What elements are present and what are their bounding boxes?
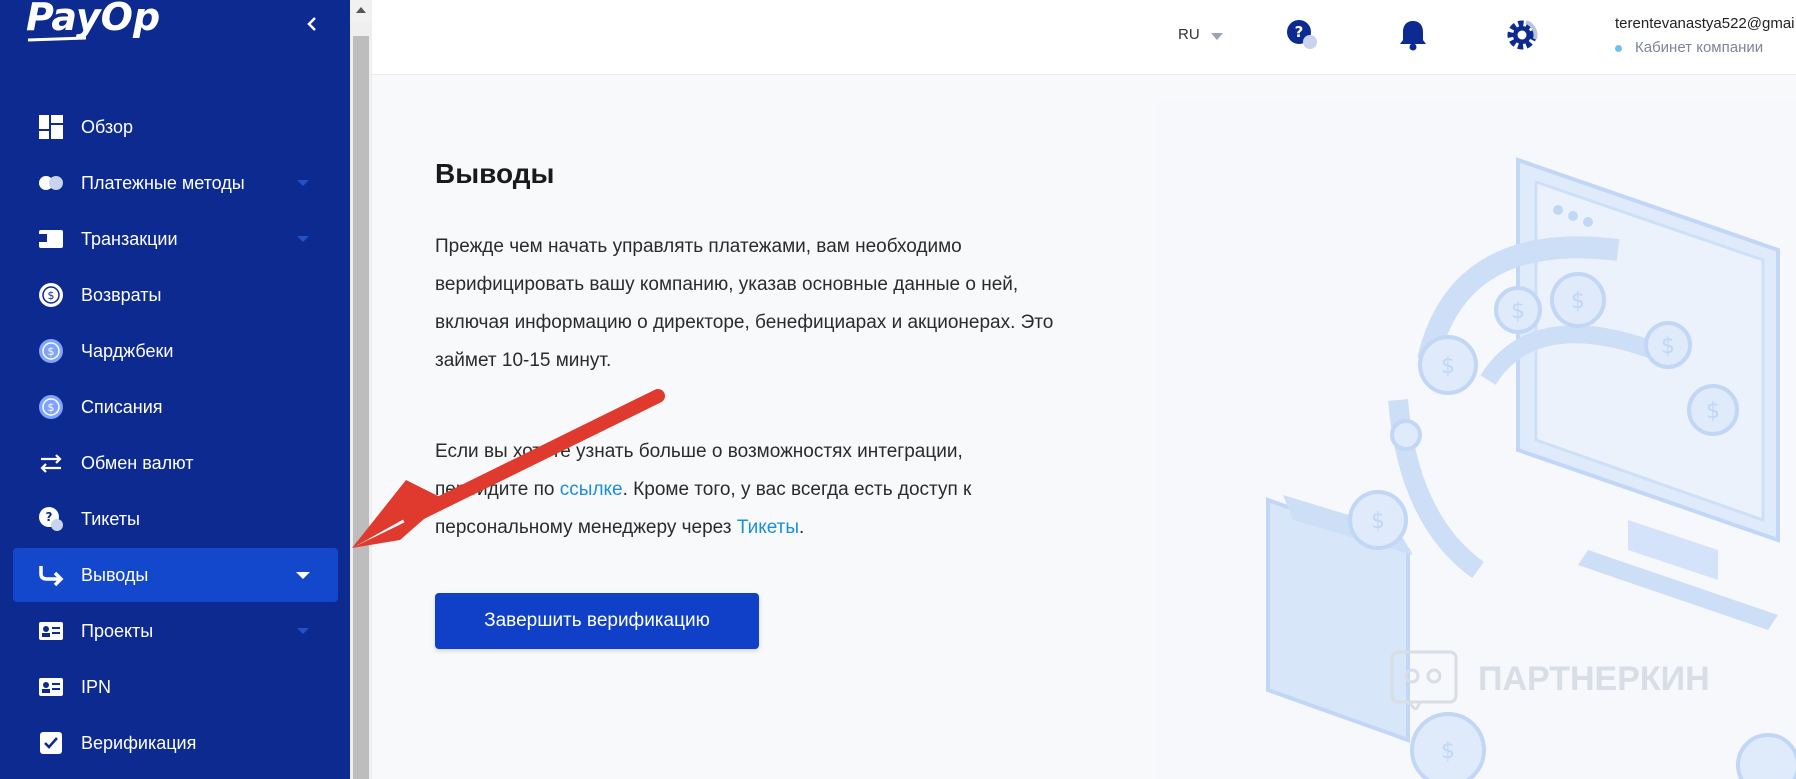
svg-text:?: ? (46, 510, 53, 524)
sidebar-item-label: Транзакции (81, 229, 178, 249)
top-header (372, 0, 1796, 75)
sidebar-item-writeoffs[interactable]: $ Списания (13, 380, 338, 434)
sidebar-item-currency-exchange[interactable]: Обмен валют (13, 436, 338, 490)
chargeback-icon: $ (39, 339, 63, 363)
chevron-down-icon[interactable] (297, 236, 309, 242)
complete-verification-button[interactable]: Завершить верификацию (435, 593, 759, 649)
exchange-icon (40, 454, 62, 473)
sidebar-item-label: Тикеты (81, 509, 140, 529)
wallet-icon (39, 230, 63, 248)
sidebar-item-refunds[interactable]: $ Возвраты (13, 268, 338, 322)
sidebar-item-label: Верификация (81, 733, 197, 753)
sidebar-item-tickets[interactable]: ? Тикеты (13, 492, 338, 546)
sidebar-item-label: Обмен валют (81, 453, 194, 473)
sidebar-item-transactions[interactable]: Транзакции (13, 212, 338, 266)
sidebar-item-withdrawals[interactable]: Выводы (13, 548, 338, 602)
refund-icon: $ (39, 283, 63, 307)
sidebar-item-overview[interactable]: Обзор (13, 100, 338, 154)
sidebar-item-projects[interactable]: Проекты (13, 604, 338, 658)
tickets-link[interactable]: Тикеты (737, 517, 799, 538)
withdrawal-icon (39, 566, 64, 587)
svg-text:$: $ (1571, 289, 1585, 314)
sidebar-item-ipn[interactable]: IPN (13, 660, 338, 714)
sidebar-item-label: Списания (81, 397, 163, 417)
chevron-down-icon[interactable] (296, 572, 310, 579)
partnerkin-watermark: ПАРТНЕРКИН (1390, 650, 1710, 710)
chevron-down-icon[interactable] (1211, 33, 1223, 40)
annotation-arrow (352, 389, 665, 548)
svg-text:ПАРТНЕРКИН: ПАРТНЕРКИН (1478, 660, 1710, 698)
svg-text:$: $ (1371, 509, 1385, 534)
account-type-label: Кабинет компании (1635, 39, 1764, 56)
sidebar-item-label: Возвраты (81, 285, 162, 305)
svg-text:$: $ (1661, 334, 1675, 359)
page-title: Выводы (435, 158, 555, 189)
gear-icon[interactable] (1504, 17, 1540, 53)
writeoff-icon: $ (39, 395, 63, 419)
sidebar-item-label: Чарджбеки (81, 341, 174, 361)
projects-icon (39, 622, 63, 640)
svg-text:$: $ (48, 289, 55, 302)
collapse-sidebar-icon[interactable] (302, 14, 322, 34)
svg-text:$: $ (1706, 399, 1720, 424)
sidebar-item-label: Выводы (81, 565, 149, 585)
svg-text:$: $ (48, 401, 55, 414)
sidebar-item-label: Проекты (81, 621, 154, 641)
verification-icon (40, 732, 62, 754)
tickets-icon: ? (39, 507, 63, 531)
verification-intro-text: Прежде чем начать управлять платежами, в… (435, 236, 1054, 371)
bell-icon[interactable] (1395, 17, 1431, 53)
sidebar: PayOp Обзор Платежные методы Транзакции … (0, 0, 350, 779)
chevron-down-icon[interactable] (297, 628, 309, 634)
scroll-up-icon[interactable] (350, 0, 372, 22)
svg-text:$: $ (1441, 354, 1455, 379)
sidebar-item-label: Платежные методы (81, 173, 245, 193)
svg-text:$: $ (1441, 739, 1455, 764)
sidebar-item-label: Обзор (81, 117, 133, 137)
svg-text:$: $ (48, 345, 55, 358)
dashboard-icon (39, 115, 63, 139)
help-chat-icon[interactable]: ? (1284, 17, 1320, 53)
sidebar-item-label: IPN (81, 677, 112, 697)
ipn-icon (39, 678, 63, 696)
logo-text: PayOp (26, 0, 160, 39)
payment-methods-icon (39, 176, 63, 190)
status-dot (1615, 45, 1622, 52)
sidebar-item-verification[interactable]: Верификация (13, 716, 338, 770)
svg-text:$: $ (1511, 299, 1525, 324)
payop-logo[interactable]: PayOp (26, 0, 166, 46)
sidebar-item-payment-methods[interactable]: Платежные методы (13, 156, 338, 210)
user-email[interactable]: terentevanastya522@gmai (1615, 15, 1795, 32)
language-selector[interactable]: RU (1178, 26, 1200, 43)
sidebar-item-chargebacks[interactable]: $ Чарджбеки (13, 324, 338, 378)
chevron-down-icon[interactable] (297, 180, 309, 186)
svg-text:?: ? (1295, 23, 1304, 41)
